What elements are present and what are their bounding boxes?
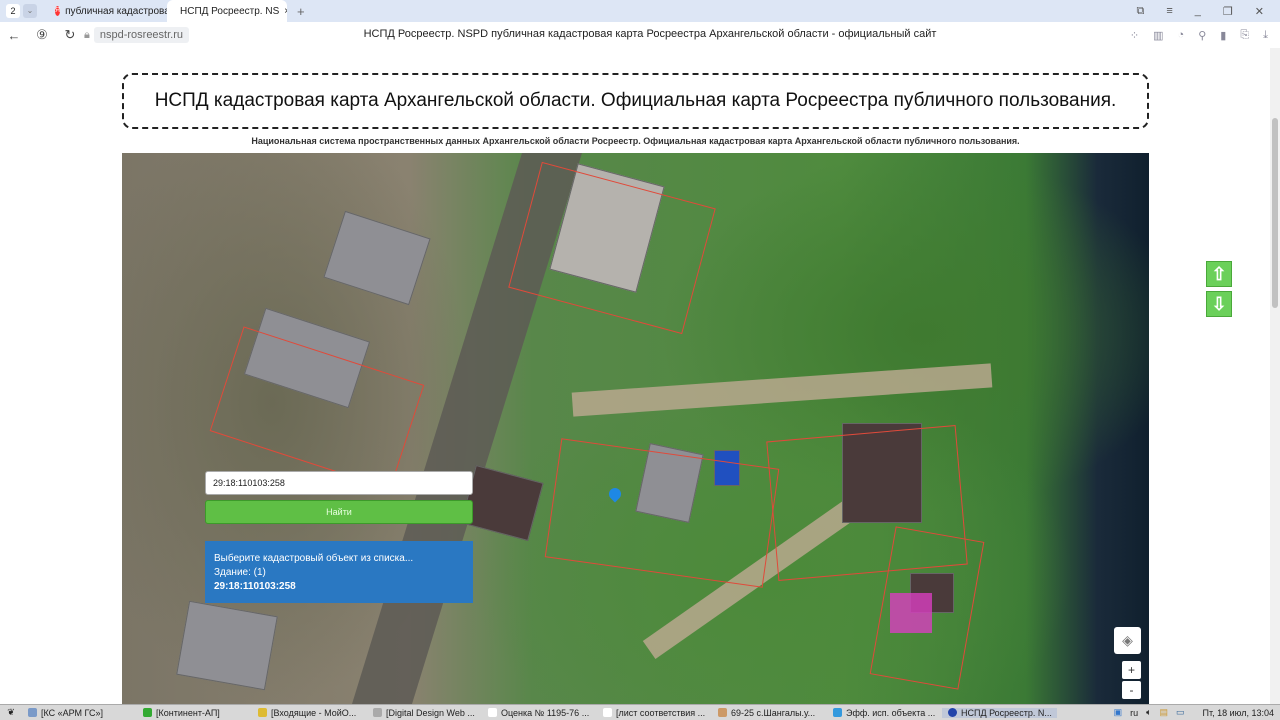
close-icon[interactable]: ✕ <box>1255 5 1264 18</box>
page-content: НСПД кадастровая карта Архангельской обл… <box>0 48 1270 704</box>
extensions-icon[interactable]: ⧉ <box>1137 5 1145 18</box>
collections-icon[interactable]: ⎘ <box>1240 29 1249 42</box>
result-prompt: Выберите кадастровый объект из списка... <box>214 553 414 564</box>
yandex-icon: Я <box>55 6 61 16</box>
system-tray: ▣ ru 🔈︎ ▤ ▭ Пт, 18 июл, 13:04 <box>1114 707 1280 718</box>
scroll-up-button[interactable]: ⇧ <box>1206 261 1232 287</box>
page-subheading: Национальная система пространственных да… <box>251 136 1020 146</box>
translate-icon[interactable]: ◔ <box>1178 29 1185 41</box>
parcel-outline[interactable] <box>544 438 780 588</box>
tab-list-chevron-icon[interactable]: ⌄ <box>23 4 37 18</box>
building <box>176 600 278 691</box>
app-icon <box>28 708 37 717</box>
taskbar: ❦ [КС «АРМ ГС»] [Континент-АП] [Входящие… <box>0 704 1280 720</box>
reader-icon[interactable]: ▥ <box>1153 29 1163 42</box>
apps-icon[interactable]: ⁘ <box>1130 29 1139 42</box>
app-icon <box>373 708 382 717</box>
network-icon[interactable]: ▣ <box>1114 707 1123 718</box>
taskbar-item[interactable]: [Входящие - МойО... <box>252 708 367 718</box>
tab-nspd[interactable]: НСПД Росреестр. NS× <box>167 0 287 22</box>
display-icon[interactable]: ▭ <box>1176 707 1185 718</box>
selected-parcel[interactable] <box>890 593 932 633</box>
taskbar-item[interactable]: [КС «АРМ ГС»] <box>22 708 137 718</box>
start-menu-icon[interactable]: ❦ <box>0 707 22 718</box>
volume-icon[interactable]: 🔈︎ <box>1146 707 1151 718</box>
taskbar-item[interactable]: [Континент-АП] <box>137 708 252 718</box>
zoom-out-button[interactable]: - <box>1122 681 1141 699</box>
tab-count[interactable]: 2 <box>6 4 20 18</box>
doc-icon <box>603 708 612 717</box>
taskbar-item[interactable]: Оценка № 1195-76 ... <box>482 708 597 718</box>
taskbar-item[interactable]: [лист соответствия ... <box>597 708 712 718</box>
close-tab-icon[interactable]: × <box>284 6 287 17</box>
zoom-in-button[interactable]: + <box>1122 661 1141 679</box>
building <box>323 210 431 306</box>
bookmark-icon[interactable]: ▮ <box>1220 29 1226 42</box>
doc-icon <box>488 708 497 717</box>
cadastral-map[interactable]: Найти Выберите кадастровый объект из спи… <box>122 153 1149 704</box>
layers-icon[interactable]: ◈ <box>1114 627 1141 654</box>
parcel-outline[interactable] <box>508 161 716 335</box>
page-heading: НСПД кадастровая карта Архангельской обл… <box>122 73 1149 129</box>
search-result-panel: Выберите кадастровый объект из списка...… <box>205 541 473 603</box>
taskbar-item[interactable]: НСПД Росреестр. N... <box>942 707 1057 718</box>
cadastral-search-input[interactable] <box>205 471 473 495</box>
taskbar-item[interactable]: [Digital Design Web ... <box>367 708 482 718</box>
scrollbar-thumb[interactable] <box>1272 118 1278 308</box>
address-bar: ← ⑨ ↻ 🔒︎ nspd-rosreestr.ru НСПД Росреест… <box>0 22 1280 48</box>
restore-icon[interactable]: ❐ <box>1223 5 1233 18</box>
tab-yandex[interactable]: Япубличная кадастровая <box>47 0 167 22</box>
scroll-down-button[interactable]: ⇩ <box>1206 291 1232 317</box>
clipboard-icon[interactable]: ▤ <box>1160 707 1169 718</box>
page-title: НСПД Росреестр. NSPD публичная кадастров… <box>363 28 937 40</box>
result-number-link[interactable]: 29:18:110103:258 <box>214 580 464 594</box>
result-category: Здание: (1) <box>214 567 266 578</box>
app-icon <box>258 708 267 717</box>
menu-icon[interactable]: ≡ <box>1166 5 1172 17</box>
clock[interactable]: Пт, 18 июл, 13:04 <box>1203 708 1274 718</box>
app-icon <box>143 708 152 717</box>
download-icon[interactable]: ⤓ <box>1263 29 1268 42</box>
side-road <box>571 363 993 417</box>
tab-bar: 2 ⌄ Япубличная кадастровая НСПД Росреест… <box>0 0 1280 22</box>
folder-icon <box>718 708 727 717</box>
browser-icon <box>948 708 957 717</box>
app-icon <box>833 708 842 717</box>
taskbar-item[interactable]: Эфф. исп. объекта ... <box>827 708 942 718</box>
taskbar-item[interactable]: 69-25 с.Шангалы.у... <box>712 708 827 718</box>
language-indicator[interactable]: ru <box>1130 708 1138 718</box>
page-scrollbar[interactable] <box>1270 48 1280 704</box>
location-icon[interactable]: ⚲ <box>1198 29 1206 42</box>
minimize-icon[interactable]: _ <box>1195 5 1201 17</box>
parcel-outline[interactable] <box>209 326 425 490</box>
find-button[interactable]: Найти <box>205 500 473 524</box>
new-tab-button[interactable]: + <box>297 4 305 19</box>
